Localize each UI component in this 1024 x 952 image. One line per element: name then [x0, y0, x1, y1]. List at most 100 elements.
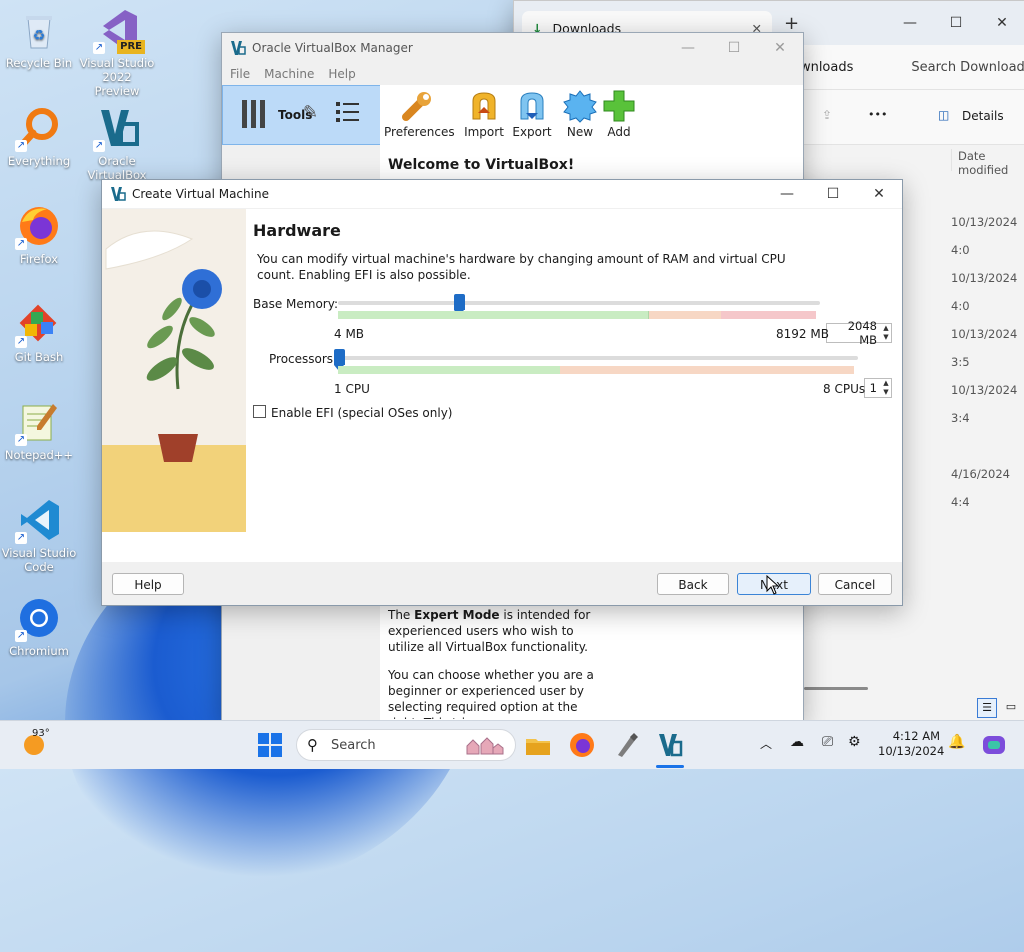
details-pane-icon: ◫	[938, 108, 950, 122]
enable-efi-label[interactable]: Enable EFI (special OSes only)	[271, 406, 452, 420]
desktop-icon-notepad-plus-plus[interactable]: ↗ Notepad++	[1, 400, 77, 462]
base-memory-slider-handle[interactable]	[453, 294, 465, 316]
bell-icon[interactable]: 🔔	[948, 734, 965, 750]
column-header-date-modified[interactable]: Date modified	[951, 149, 1024, 177]
list-item[interactable]: 10/13/2024 4:0	[951, 208, 1024, 264]
list-menu-icon[interactable]	[335, 98, 361, 129]
desktop-icon-oracle-virtualbox[interactable]: ↗ Oracle VirtualBox	[79, 106, 155, 182]
cancel-button[interactable]: Cancel	[818, 573, 892, 595]
desktop-icon-everything[interactable]: ↗ Everything	[1, 106, 77, 168]
add-button[interactable]: Add	[600, 85, 638, 139]
new-tab-icon[interactable]: +	[784, 13, 799, 34]
processors-spinbox[interactable]: 1 ▲ ▼	[864, 378, 892, 398]
close-icon[interactable]: ✕	[979, 8, 1024, 38]
dialog-titlebar: Create Virtual Machine — ☐ ✕	[102, 180, 902, 208]
file-explorer-taskbar-icon[interactable]	[524, 731, 552, 759]
everything-search-icon: ↗	[15, 106, 61, 152]
close-icon[interactable]: ✕	[757, 33, 803, 63]
app-taskbar-icon[interactable]	[612, 731, 640, 759]
maximize-icon[interactable]: ☐	[933, 8, 979, 38]
horizontal-scrollbar[interactable]	[804, 687, 868, 690]
minimize-icon[interactable]: —	[764, 179, 810, 209]
weather-temp: 93°	[32, 728, 50, 739]
minimize-icon[interactable]: —	[665, 33, 711, 63]
base-memory-slider-track[interactable]	[338, 301, 820, 305]
back-button[interactable]: Back	[657, 573, 729, 595]
add-icon	[602, 89, 636, 123]
help-button[interactable]: Help	[112, 573, 184, 595]
base-memory-spinbox[interactable]: 2048 MB ▲ ▼	[826, 319, 892, 347]
details-view-icon[interactable]: ☰	[977, 698, 997, 718]
display-icon[interactable]: ⎚	[822, 734, 833, 750]
memory-max-label: 8192 MB	[776, 327, 829, 341]
user-mode-text: You can choose whether you are a beginne…	[388, 668, 594, 719]
cloud-icon[interactable]: ☁	[790, 734, 804, 750]
maximize-icon[interactable]: ☐	[711, 33, 757, 63]
preferences-button[interactable]: Preferences	[384, 85, 455, 139]
list-item[interactable]: 10/13/2024 3:4	[951, 376, 1024, 432]
new-icon	[563, 89, 597, 123]
processors-slider-track[interactable]	[338, 356, 858, 360]
page-description: You can modify virtual machine's hardwar…	[257, 252, 786, 282]
dialog-footer: Help Back Next Cancel	[102, 563, 902, 605]
shortcut-arrow-icon: ↗	[93, 140, 105, 152]
desktop-icon-vscode[interactable]: ↗ Visual Studio Code	[1, 498, 77, 574]
shortcut-arrow-icon: ↗	[15, 630, 27, 642]
chromium-icon: ↗	[15, 596, 61, 642]
copilot-icon[interactable]	[980, 731, 1008, 759]
import-icon	[467, 89, 501, 123]
clock-date: 10/13/2024	[878, 744, 945, 758]
pin-icon[interactable]: ✎	[303, 102, 318, 123]
base-memory-label: Base Memory:	[253, 297, 339, 311]
import-button[interactable]: Import	[460, 85, 508, 139]
details-button[interactable]: Details	[962, 109, 1004, 123]
export-icon	[515, 89, 549, 123]
cpu-max-label: 8 CPUs	[823, 382, 866, 396]
desktop-icon-visual-studio-preview[interactable]: PRE ↗ Visual Studio 2022 Preview	[79, 8, 155, 98]
wizard-illustration	[102, 209, 246, 532]
new-button[interactable]: New	[562, 85, 598, 139]
processors-slider-handle[interactable]	[334, 349, 345, 371]
more-options-icon[interactable]: •••	[868, 108, 887, 121]
menu-help[interactable]: Help	[328, 67, 355, 85]
desktop-icon-git-bash[interactable]: ↗ Git Bash	[1, 302, 77, 364]
menu-file[interactable]: File	[230, 67, 250, 85]
desktop-icon-firefox[interactable]: ↗ Firefox	[1, 204, 77, 266]
system-clock[interactable]: 4:12 AM 10/13/2024	[878, 729, 945, 759]
shortcut-arrow-icon: ↗	[15, 336, 27, 348]
desktop-icon-chromium[interactable]: ↗ Chromium	[1, 596, 77, 658]
vscode-icon: ↗	[15, 498, 61, 544]
start-windows-icon[interactable]	[256, 731, 284, 759]
welcome-heading: Welcome to VirtualBox!	[388, 157, 575, 173]
spin-arrows-icon[interactable]: ▲ ▼	[881, 324, 891, 342]
processors-label: Processors:	[269, 352, 338, 366]
base-memory-scale	[338, 311, 817, 319]
maximize-icon[interactable]: ☐	[810, 179, 856, 209]
dialog-title: Create Virtual Machine	[132, 187, 269, 201]
expert-mode-text: The Expert Mode is intended for experien…	[388, 608, 591, 654]
notepad-plus-plus-icon: ↗	[15, 400, 61, 446]
chevron-up-icon[interactable]: ︿	[760, 735, 772, 752]
list-item[interactable]: 10/13/2024 3:5	[951, 320, 1024, 376]
menu-machine[interactable]: Machine	[264, 67, 314, 85]
tools-icon	[239, 98, 269, 133]
taskbar-search-input[interactable]: ⚲ Search	[296, 729, 516, 761]
enable-efi-checkbox[interactable]	[253, 405, 266, 418]
desktop-icon-recycle-bin[interactable]: ♻ Recycle Bin	[1, 8, 77, 70]
virtualbox-taskbar-icon[interactable]	[656, 731, 684, 759]
shortcut-arrow-icon: ↗	[15, 140, 27, 152]
firefox-taskbar-icon[interactable]	[568, 731, 596, 759]
shortcut-arrow-icon: ↗	[15, 434, 27, 446]
tools-item[interactable]: Tools ✎	[222, 85, 382, 145]
close-icon[interactable]: ✕	[856, 179, 902, 209]
list-item[interactable]: 10/13/2024 4:0	[951, 264, 1024, 320]
share-icon[interactable]: ⇪	[822, 108, 832, 122]
list-item[interactable]: 4/16/2024 4:4	[951, 460, 1024, 516]
minimize-icon[interactable]: —	[887, 8, 933, 38]
spin-arrows-icon[interactable]: ▲ ▼	[881, 379, 891, 397]
export-button[interactable]: Export	[510, 85, 554, 139]
tiles-view-icon[interactable]: ▭	[1002, 698, 1020, 716]
create-vm-dialog: Create Virtual Machine — ☐ ✕ Hardware Yo…	[101, 179, 903, 606]
settings-icon[interactable]: ⚙	[848, 734, 861, 750]
search-input[interactable]: Search Download	[911, 60, 1024, 75]
